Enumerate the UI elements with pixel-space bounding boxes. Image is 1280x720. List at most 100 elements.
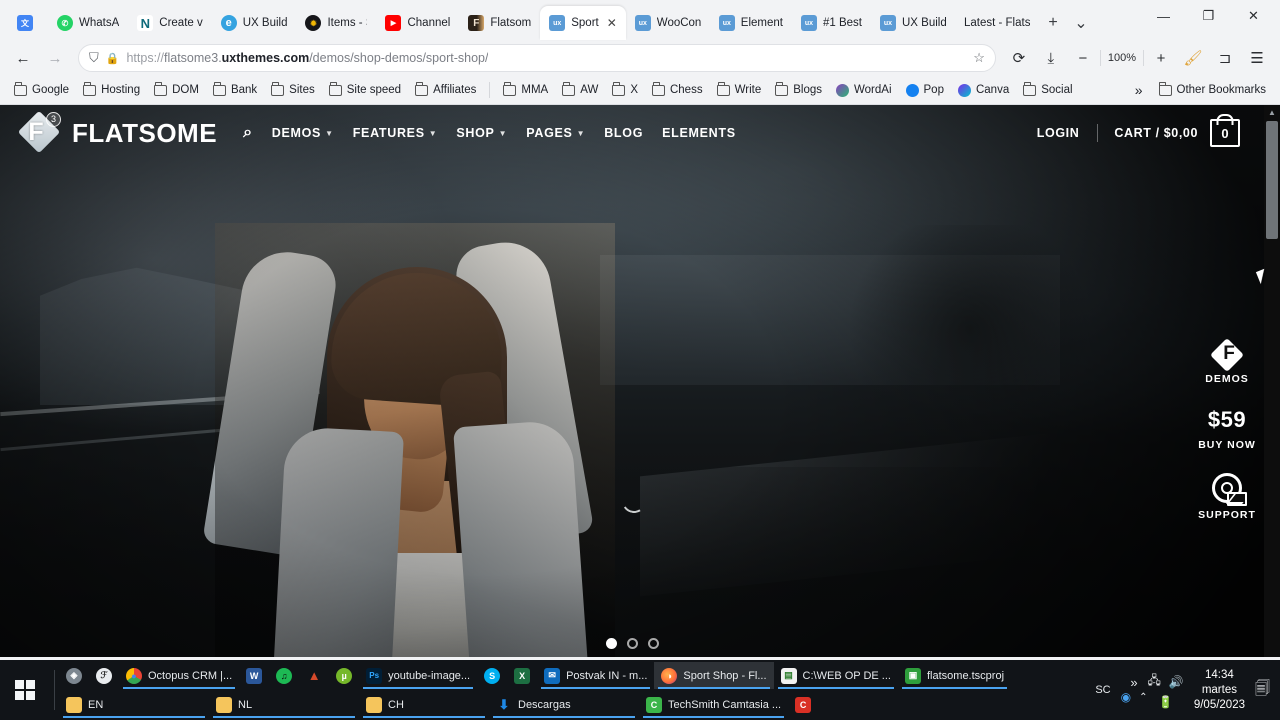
bookmark-item[interactable]: Affiliates [409,81,482,99]
bookmark-item[interactable]: Blogs [769,81,828,99]
volume-icon[interactable]: 🔊 [1169,675,1184,689]
taskbar-item-folder-en[interactable]: EN [59,691,209,718]
new-tab-button[interactable]: + [1039,9,1067,37]
taskbar-item[interactable]: ℱ [89,662,119,689]
browser-tab[interactable]: N Create v [128,6,211,40]
zoom-in-button[interactable]: + [1146,44,1176,72]
browser-tab-active[interactable]: ux Sport ✕ [540,6,626,40]
carousel-dot-2[interactable] [626,638,638,649]
browser-tab[interactable]: ux #1 Best [792,6,871,40]
taskbar-item-descargas[interactable]: ⬇ Descargas [489,691,639,718]
side-widget-demos[interactable]: F DEMOS [1205,338,1249,385]
other-bookmarks-item[interactable]: Other Bookmarks [1153,81,1272,99]
nav-item-features[interactable]: FEATURES ▼ [353,126,438,140]
bookmark-item[interactable]: Canva [952,81,1015,100]
taskbar-item[interactable]: S [477,662,507,689]
site-logo[interactable]: F 3 FLATSOME [17,110,217,154]
bookmark-item[interactable]: Hosting [77,81,146,99]
taskbar-item-folder-ch[interactable]: CH [359,691,489,718]
forward-button[interactable]: → [40,44,70,72]
browser-tab[interactable]: ✹ Items - S [296,6,376,40]
taskbar-item-photoshop[interactable]: Ps youtube-image... [359,662,477,689]
close-window-button[interactable]: ✕ [1231,0,1276,32]
taskbar-item-folder-nl[interactable]: NL [209,691,359,718]
reload-button[interactable]: ⟳ [1004,44,1034,72]
scroll-up-arrow-icon[interactable]: ▲ [1264,105,1280,121]
nav-item-shop[interactable]: SHOP ▼ [456,126,507,140]
taskbar-item-camtasia-red[interactable]: C [788,691,818,718]
taskbar-item[interactable]: X [507,662,537,689]
network-icon[interactable]: 🖧 [1147,671,1160,692]
taskbar-item-sport-shop[interactable]: ◑ Sport Shop - Fl... [654,662,774,689]
notifications-icon[interactable]: 🗐 [1255,678,1276,703]
bookmark-item[interactable]: Write [711,81,768,99]
taskbar-item-explorer[interactable]: ▤ C:\WEB OP DE ... [774,662,898,689]
language-indicator[interactable]: SC [1085,684,1120,696]
bookmark-item[interactable]: Social [1017,81,1078,99]
taskbar-item-outlook[interactable]: ✉ Postvak IN - m... [537,662,654,689]
nav-item-pages[interactable]: PAGES ▼ [526,126,585,140]
browser-tab[interactable]: F Flatsom [459,6,540,40]
bookmark-item[interactable]: DOM [148,81,205,99]
bookmark-item[interactable]: AW [556,81,604,99]
bookmark-item[interactable]: X [606,81,644,99]
battery-icon[interactable]: 🔋 [1158,695,1173,709]
carousel-dot-1[interactable] [605,638,617,649]
zoom-level-label: 100% [1107,52,1136,64]
taskbar-item-octopus-crm[interactable]: ● Octopus CRM |... [119,662,239,689]
shield-info-icon[interactable]: ◉ [1121,690,1131,704]
extension-icon[interactable]: 🖌 [1178,44,1208,72]
bookmark-item[interactable]: Chess [646,81,709,99]
search-icon[interactable]: ⌕ [243,124,253,142]
address-bar[interactable]: ⛉ 🔒 https://flatsome3.uxthemes.com/demos… [78,44,996,72]
tray-overflow-button[interactable]: » [1130,676,1137,690]
bookmark-item[interactable]: MMA [497,81,554,99]
chevron-down-icon[interactable]: ⌄ [1067,9,1095,37]
bookmark-item[interactable]: Sites [265,81,321,99]
favorite-star-icon[interactable]: ☆ [973,50,985,66]
download-icon[interactable]: ⤓ [1036,44,1066,72]
scrollbar-thumb[interactable] [1266,121,1278,239]
taskbar-item[interactable]: ▲ [299,662,329,689]
browser-tab[interactable]: ✆ WhatsA [48,6,128,40]
browser-tab[interactable]: 文 [8,6,48,40]
chevron-up-icon[interactable]: ⌃ [1139,692,1147,703]
carousel-dot-3[interactable] [647,638,659,649]
zoom-out-button[interactable]: − [1068,44,1098,72]
browser-tab[interactable]: Latest - Flats [955,6,1039,40]
browser-tab[interactable]: ux Element [710,6,792,40]
bookmark-item[interactable]: Bank [207,81,263,99]
taskbar-item[interactable]: µ [329,662,359,689]
close-icon[interactable]: ✕ [607,17,617,29]
bookmark-item[interactable]: WordAi [830,81,898,100]
shield-icon[interactable]: ⛉ [89,50,99,66]
browser-tab[interactable]: ▶ Channel [376,6,459,40]
taskbar-clock[interactable]: 14:34 martes 9/05/2023 [1184,668,1255,713]
minimize-button[interactable]: — [1141,0,1186,32]
taskbar-item[interactable]: ♫ [269,662,299,689]
cart-button[interactable]: CART / $0,00 0 [1098,119,1240,147]
maximize-button[interactable]: ❐ [1186,0,1231,32]
menu-icon[interactable]: ☰ [1242,44,1272,72]
start-button[interactable] [0,660,50,720]
bookmark-item[interactable]: Site speed [323,81,407,99]
taskbar-item-camtasia[interactable]: C TechSmith Camtasia ... [639,691,788,718]
bookmark-item[interactable]: Pop [900,81,950,100]
side-widget-buy-now[interactable]: $59 BUY NOW [1198,407,1256,451]
taskbar-item[interactable]: ◈ [59,662,89,689]
browser-tab[interactable]: e UX Build [212,6,297,40]
taskbar-item[interactable]: W [239,662,269,689]
taskbar-item-camtasia-project[interactable]: ▣ flatsome.tscproj [898,662,1011,689]
back-button[interactable]: ← [8,44,38,72]
bookmark-item[interactable]: Google [8,81,75,99]
nav-item-demos[interactable]: DEMOS ▼ [272,126,334,140]
nav-item-elements[interactable]: ELEMENTS [662,126,736,140]
page-scrollbar[interactable]: ▲ [1264,105,1280,657]
browser-tab[interactable]: ux WooCon [626,6,710,40]
browser-tab[interactable]: ux UX Build [871,6,955,40]
login-link[interactable]: LOGIN [1019,126,1098,140]
bookmarks-overflow-button[interactable]: » [1129,79,1149,101]
side-widget-support[interactable]: SUPPORT [1198,473,1256,521]
collections-icon[interactable]: ⊐ [1210,44,1240,72]
nav-item-blog[interactable]: BLOG [604,126,643,140]
